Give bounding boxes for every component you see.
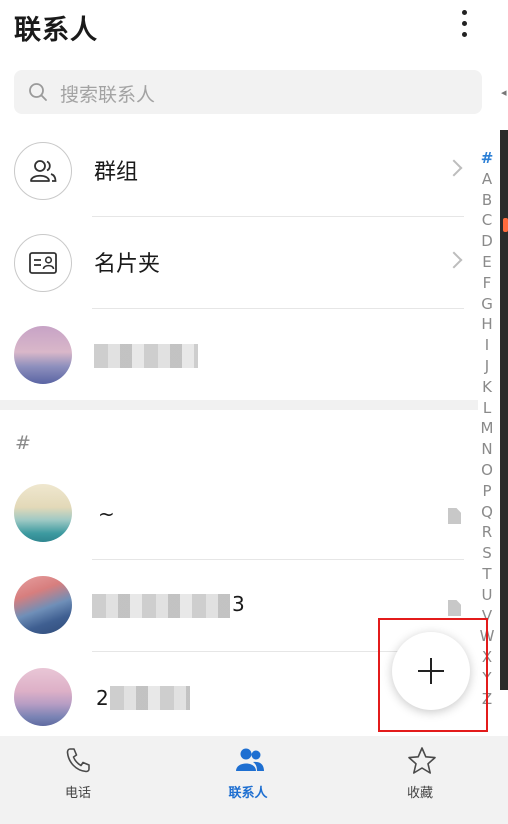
contact-row[interactable]: ~ (0, 468, 478, 560)
blurred-name (92, 594, 230, 618)
file-icon (448, 600, 461, 616)
avatar (14, 326, 72, 384)
business-card-icon (14, 234, 72, 292)
tab-favorites[interactable]: 收藏 (360, 736, 480, 824)
tab-label: 收藏 (406, 786, 433, 801)
contact-name: 2 (96, 686, 109, 710)
index-letter[interactable]: H (481, 314, 492, 335)
tab-phone[interactable]: 电话 (18, 736, 138, 824)
business-cards-label: 名片夹 (94, 252, 161, 277)
groups-label: 群组 (94, 160, 139, 185)
file-icon (448, 508, 461, 524)
page-title: 联系人 (14, 15, 98, 46)
tab-label: 联系人 (228, 786, 268, 801)
index-letter[interactable]: # (481, 148, 494, 169)
index-letter[interactable]: M (481, 418, 494, 439)
index-letter[interactable]: Q (481, 502, 493, 523)
highlight-box (378, 618, 488, 732)
phone-icon (66, 748, 90, 773)
search-placeholder: 搜索联系人 (60, 84, 156, 106)
avatar (14, 668, 72, 726)
index-letter[interactable]: S (482, 543, 492, 564)
section-separator (0, 400, 478, 410)
section-header: # (15, 432, 31, 454)
chevron-right-icon (445, 159, 463, 177)
blurred-name (94, 344, 198, 368)
groups-icon (14, 142, 72, 200)
tab-contacts[interactable]: 联系人 (188, 736, 308, 824)
contact-name: 3 (232, 592, 245, 616)
index-letter[interactable]: C (482, 210, 492, 231)
blurred-name (110, 686, 190, 710)
my-profile-row[interactable] (0, 310, 478, 402)
index-letter[interactable]: R (482, 522, 492, 543)
search-icon (29, 83, 47, 101)
star-icon (408, 747, 436, 774)
index-letter[interactable]: F (483, 273, 492, 294)
index-letter[interactable]: E (482, 252, 491, 273)
more-vertical-icon[interactable] (452, 8, 478, 40)
index-letter[interactable]: A (482, 169, 492, 190)
divider (92, 216, 464, 217)
contact-name: ~ (98, 502, 115, 526)
bottom-nav: 电话 联系人 收藏 (0, 736, 508, 824)
avatar (14, 576, 72, 634)
divider (92, 308, 464, 309)
index-letter[interactable]: N (481, 439, 492, 460)
tab-label: 电话 (64, 786, 91, 801)
business-cards-row[interactable]: 名片夹 (0, 218, 478, 310)
index-letter[interactable]: D (481, 231, 493, 252)
index-letter[interactable]: O (481, 460, 493, 481)
contacts-icon (236, 748, 264, 771)
search-input[interactable]: 搜索联系人 (14, 70, 482, 114)
scroll-edge (500, 130, 508, 690)
edge-arrow-icon: ◂ (501, 86, 507, 99)
avatar (14, 484, 72, 542)
index-letter[interactable]: J (485, 356, 489, 377)
edge-accent (503, 218, 508, 232)
index-letter[interactable]: T (482, 564, 491, 585)
index-letter[interactable]: P (482, 481, 491, 502)
index-letter[interactable]: I (485, 335, 489, 356)
index-letter[interactable]: U (482, 585, 493, 606)
index-letter[interactable]: G (481, 294, 493, 315)
header: 联系人 (0, 0, 508, 52)
index-letter[interactable]: L (483, 398, 491, 419)
groups-row[interactable]: 群组 (0, 126, 478, 218)
index-letter[interactable]: B (482, 190, 492, 211)
index-letter[interactable]: K (482, 377, 492, 398)
chevron-right-icon (445, 251, 463, 269)
